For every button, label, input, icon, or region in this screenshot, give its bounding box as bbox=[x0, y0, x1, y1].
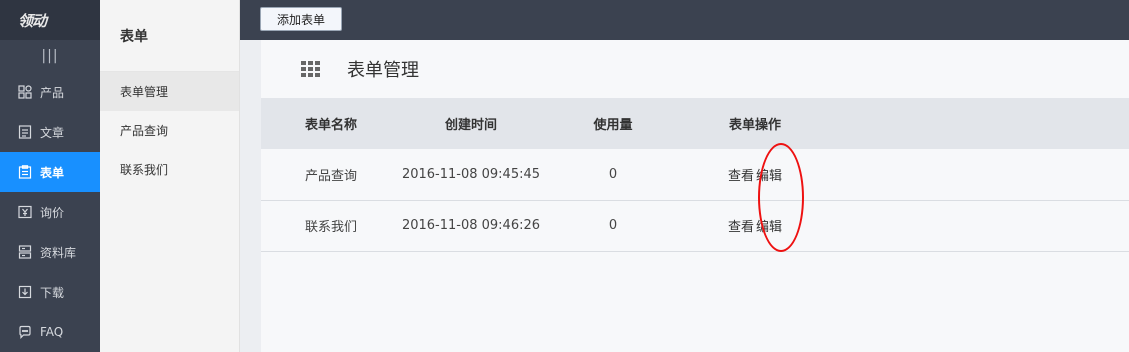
cell-actions: 查看 编辑 bbox=[685, 149, 825, 200]
logo[interactable]: 领动 bbox=[0, 0, 100, 40]
menu-toggle-icon[interactable]: ||| bbox=[0, 40, 100, 72]
sidebar-item-inquiry[interactable]: 询价 bbox=[0, 192, 100, 232]
subnav-item-product-query[interactable]: 产品查询 bbox=[100, 111, 239, 150]
sidebar-item-database[interactable]: 资料库 bbox=[0, 232, 100, 272]
sidebar-item-label: 资料库 bbox=[40, 245, 77, 260]
sidebar-item-download[interactable]: 下载 bbox=[0, 272, 100, 312]
cell-form-name: 产品查询 bbox=[304, 168, 357, 184]
logo-text: 领动 bbox=[18, 11, 47, 30]
faq-icon bbox=[18, 325, 32, 339]
sidebar-item-label: 文章 bbox=[40, 125, 65, 140]
cell-form-name: 联系我们 bbox=[304, 220, 357, 235]
col-header-name: 表单名称 bbox=[304, 118, 357, 133]
page-title: 表单管理 bbox=[347, 60, 419, 81]
main-content: 表单管理 表单名称 创建时间 使用量 表单操作 产品查询 2016-11-08 bbox=[240, 40, 1129, 352]
table-header-row: 表单名称 创建时间 使用量 表单操作 bbox=[261, 98, 1129, 149]
subnav-title: 表单 bbox=[100, 0, 239, 72]
cell-created-time: 2016-11-08 09:45:45 bbox=[401, 166, 541, 182]
cell-usage: 0 bbox=[608, 166, 618, 182]
apps-grid-icon bbox=[301, 61, 320, 77]
edit-link[interactable]: 编辑 bbox=[756, 169, 782, 184]
content-panel: 表单管理 表单名称 创建时间 使用量 表单操作 产品查询 2016-11-08 bbox=[261, 40, 1129, 352]
sidebar-item-faq[interactable]: FAQ bbox=[0, 312, 100, 352]
subnav-item-contact-us[interactable]: 联系我们 bbox=[100, 150, 239, 189]
sidebar-item-form[interactable]: 表单 bbox=[0, 152, 100, 192]
sidebar-item-label: 产品 bbox=[40, 85, 65, 100]
app: 领动 ||| 产品 文章 表单 询价 资料库 下载 FAQ 表单 表单管理 产品… bbox=[0, 0, 1129, 352]
cell-usage: 0 bbox=[608, 218, 618, 233]
form-icon bbox=[18, 165, 32, 179]
col-header-actions: 表单操作 bbox=[728, 118, 781, 133]
top-toolbar: 添加表单 bbox=[240, 0, 1129, 40]
table-row: 联系我们 2016-11-08 09:46:26 0 查看 编辑 bbox=[261, 200, 1129, 251]
sidebar-item-label: 询价 bbox=[40, 205, 65, 220]
cell-actions: 查看 编辑 bbox=[685, 200, 825, 251]
subnav-item-form-manage[interactable]: 表单管理 bbox=[100, 72, 239, 111]
grid-icon bbox=[18, 85, 32, 99]
download-icon bbox=[18, 285, 32, 299]
sidebar-item-label: 表单 bbox=[40, 165, 65, 180]
database-icon bbox=[18, 245, 32, 259]
primary-sidebar: 领动 ||| 产品 文章 表单 询价 资料库 下载 FAQ bbox=[0, 0, 100, 352]
article-icon bbox=[18, 125, 32, 139]
edit-link[interactable]: 编辑 bbox=[756, 220, 782, 235]
cell-created-time: 2016-11-08 09:46:26 bbox=[401, 218, 541, 233]
view-link[interactable]: 查看 bbox=[728, 220, 754, 235]
col-header-created: 创建时间 bbox=[444, 118, 497, 133]
inquiry-icon bbox=[18, 205, 32, 219]
page-header: 表单管理 bbox=[261, 40, 1129, 98]
secondary-sidebar: 表单 表单管理 产品查询 联系我们 bbox=[100, 0, 240, 352]
view-link[interactable]: 查看 bbox=[728, 169, 754, 184]
col-header-usage: 使用量 bbox=[593, 118, 633, 133]
sidebar-item-product[interactable]: 产品 bbox=[0, 72, 100, 112]
sidebar-item-label: FAQ bbox=[40, 325, 64, 339]
forms-table: 表单名称 创建时间 使用量 表单操作 产品查询 2016-11-08 09:45… bbox=[261, 98, 1129, 252]
table-row: 产品查询 2016-11-08 09:45:45 0 查看 编辑 bbox=[261, 149, 1129, 200]
add-form-button[interactable]: 添加表单 bbox=[260, 7, 342, 31]
sidebar-item-article[interactable]: 文章 bbox=[0, 112, 100, 152]
sidebar-item-label: 下载 bbox=[40, 285, 65, 300]
